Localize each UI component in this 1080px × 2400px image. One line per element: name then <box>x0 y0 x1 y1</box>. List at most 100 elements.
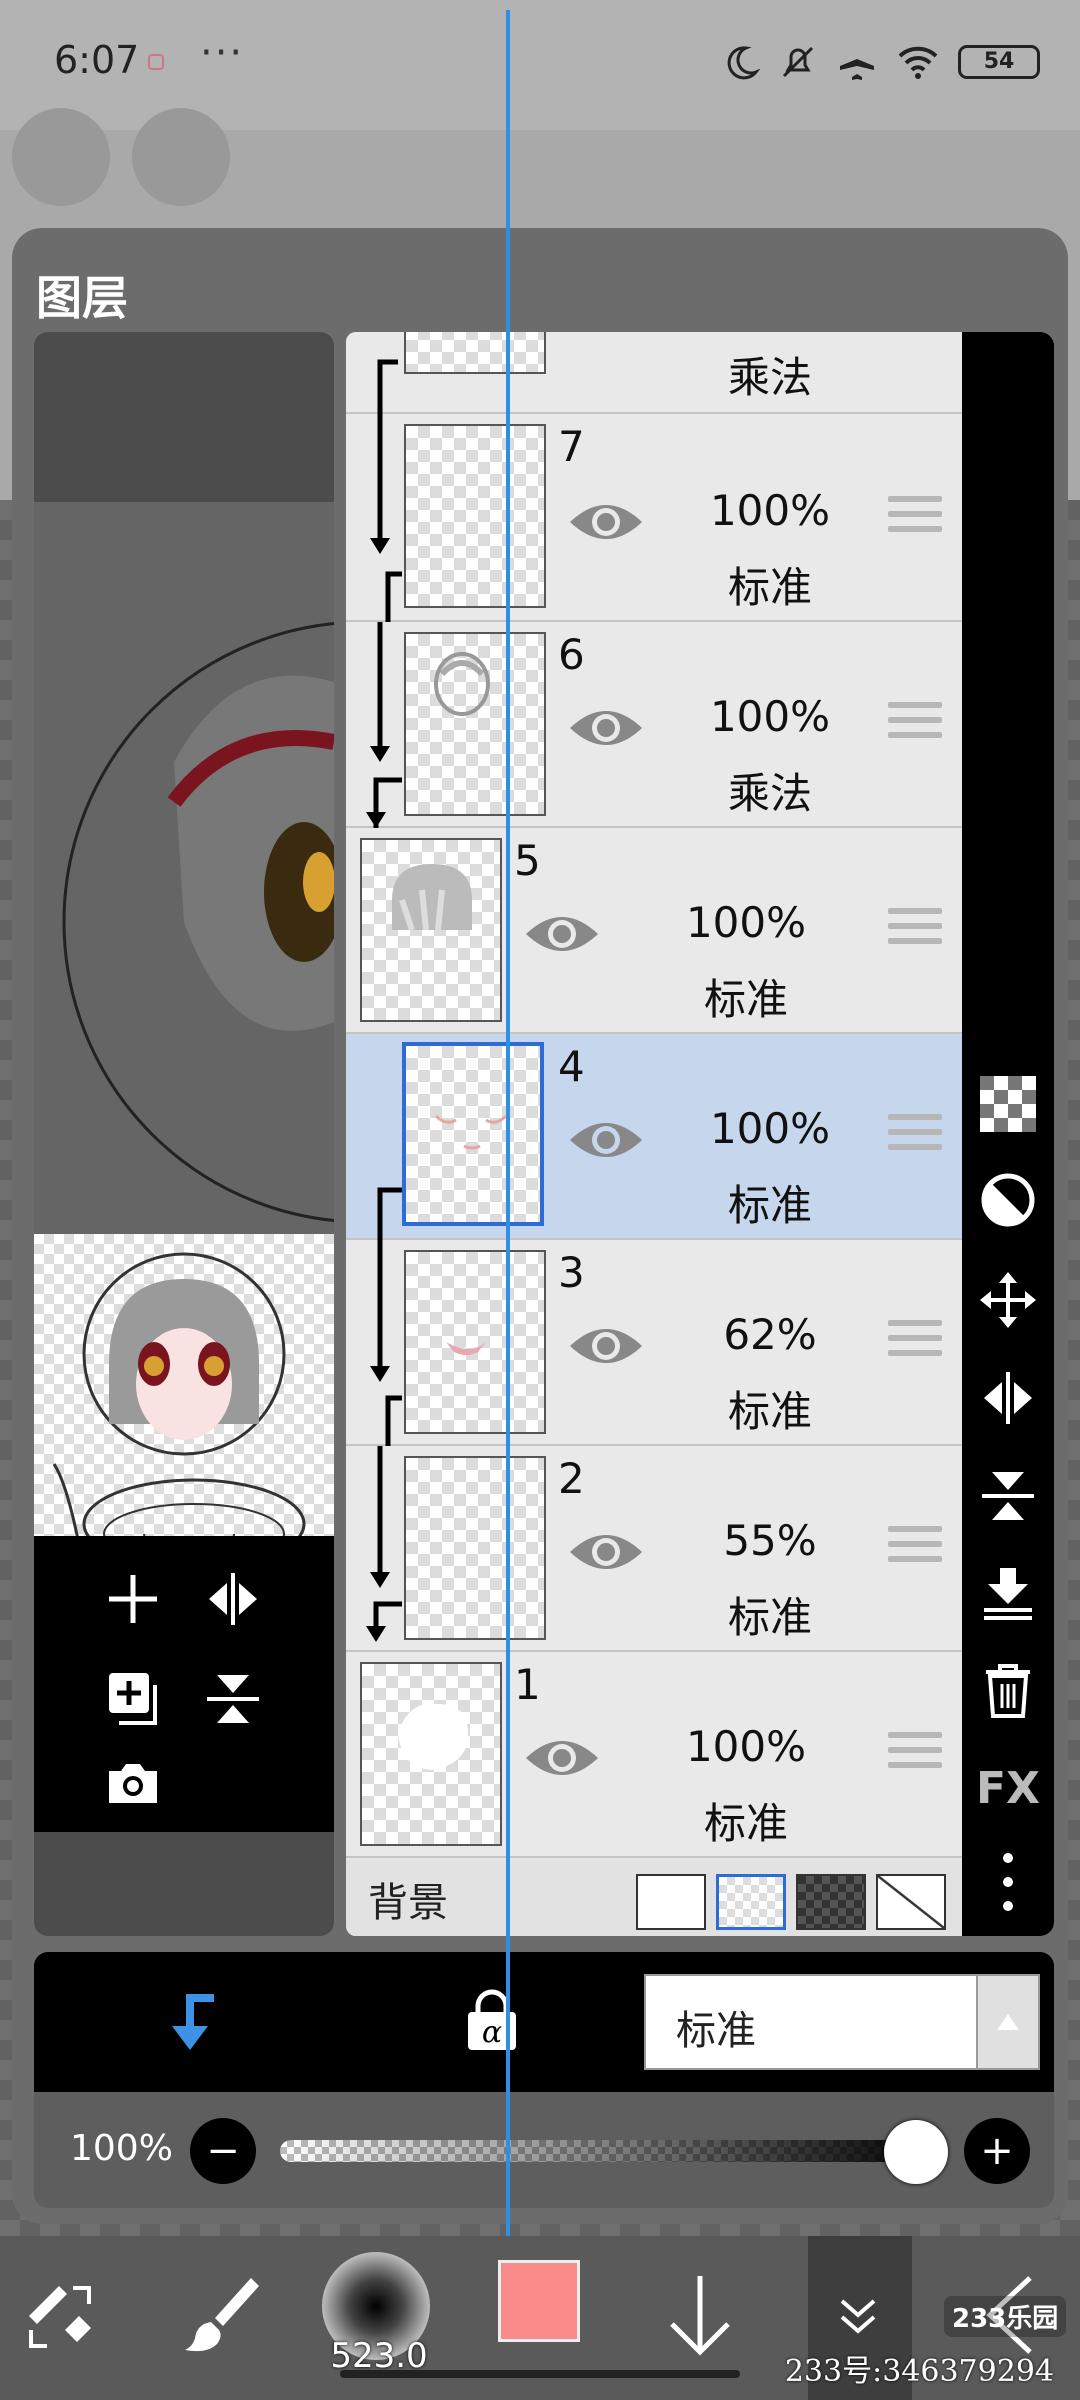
clip-arrow-icon <box>370 414 402 622</box>
layer-down-button[interactable] <box>650 2260 750 2370</box>
visibility-eye-icon[interactable] <box>568 498 644 546</box>
opacity-increase-button[interactable]: + <box>964 2118 1030 2184</box>
layer-number: 2 <box>558 1454 585 1503</box>
zoomed-artwork <box>62 622 334 1222</box>
layer-blend-mode: 乘法 <box>727 769 812 818</box>
drag-handle-icon[interactable] <box>888 496 942 540</box>
duplicate-icon <box>109 1673 157 1725</box>
layer-row-2[interactable]: 2 55% 标准 <box>346 1446 962 1652</box>
layer-thumbnail[interactable] <box>360 838 502 1022</box>
visibility-eye-icon[interactable] <box>568 1116 644 1164</box>
mute-icon <box>782 46 814 78</box>
drag-handle-icon[interactable] <box>888 1732 942 1776</box>
flip-vertical-button[interactable] <box>198 1664 268 1734</box>
redo-ghost-button[interactable] <box>132 108 230 206</box>
layer-row-3[interactable]: 3 62% 标准 <box>346 1240 962 1446</box>
layer-number: 5 <box>514 836 541 885</box>
layer-blend-mode: 标准 <box>727 563 812 612</box>
layer-row-1[interactable]: 1 100% 标准 <box>346 1652 962 1858</box>
layer-row[interactable]: 乘法 <box>346 332 962 414</box>
notification-icon <box>148 54 164 70</box>
dropdown-arrow-icon[interactable] <box>976 1976 1038 2068</box>
tool-switch-button[interactable] <box>10 2260 110 2370</box>
layer-blend-mode: 标准 <box>703 1799 788 1848</box>
layer-content-lines <box>434 1114 508 1150</box>
drag-handle-icon[interactable] <box>888 1526 942 1570</box>
layer-row-6[interactable]: 6 100% 乘法 <box>346 622 962 828</box>
layer-number: 1 <box>514 1660 541 1709</box>
clip-arrow-icon <box>377 359 398 414</box>
layer-blend-mode: 乘法 <box>727 353 812 402</box>
home-indicator[interactable] <box>340 2370 740 2378</box>
opacity-slider[interactable] <box>280 2140 940 2162</box>
arrow-down-icon <box>670 2276 730 2356</box>
opacity-decrease-button[interactable]: − <box>190 2118 256 2184</box>
clip-arrow-icon <box>172 1994 214 2050</box>
add-layer-button[interactable] <box>98 1564 168 1634</box>
flip-layer-horizontal-button[interactable] <box>976 1366 1040 1430</box>
drag-handle-icon[interactable] <box>888 702 942 746</box>
background-row[interactable]: 背景 <box>346 1860 962 1936</box>
checkerboard-icon <box>980 1076 1036 1132</box>
clip-arrow-icon <box>377 1187 402 1240</box>
background-transparent-swatch[interactable] <box>716 1874 786 1930</box>
background-label: 背景 <box>368 1880 448 1926</box>
canvas-preview-zoomed <box>34 502 334 1234</box>
drag-handle-icon[interactable] <box>888 1320 942 1364</box>
more-options-button[interactable] <box>976 1850 1040 1914</box>
layer-properties-bar: α 标准 <box>34 1952 1054 2092</box>
layer-thumbnail[interactable] <box>360 1662 502 1846</box>
layer-thumbnail[interactable] <box>404 1250 546 1434</box>
layer-thumbnail[interactable] <box>404 632 546 816</box>
alpha-lock-toggle-button[interactable] <box>976 1168 1040 1232</box>
camera-import-button[interactable] <box>98 1748 168 1818</box>
plus-icon <box>109 1575 157 1623</box>
flip-layer-vertical-button[interactable] <box>976 1464 1040 1528</box>
background-white-swatch[interactable] <box>636 1874 706 1930</box>
duplicate-layer-button[interactable] <box>98 1664 168 1734</box>
brush-icon <box>185 2278 259 2352</box>
visibility-eye-icon[interactable] <box>568 1528 644 1576</box>
guide-line <box>506 10 510 2370</box>
layer-row-5[interactable]: 5 100% 标准 <box>346 828 962 1034</box>
layer-thumbnail[interactable] <box>404 1456 546 1640</box>
flip-horizontal-icon <box>984 1372 1032 1424</box>
visibility-eye-icon[interactable] <box>524 910 600 958</box>
visibility-eye-icon[interactable] <box>568 1322 644 1370</box>
transparency-button[interactable] <box>976 1072 1040 1136</box>
layer-thumbnail[interactable] <box>402 1042 544 1226</box>
clip-arrow-icon <box>370 1240 402 1446</box>
background-dark-swatch[interactable] <box>796 1874 866 1930</box>
layer-number: 3 <box>558 1248 585 1297</box>
status-time: 6:07 <box>54 38 140 82</box>
layer-opacity: 100% <box>709 1104 831 1153</box>
undo-ghost-button[interactable] <box>12 108 110 206</box>
fx-button[interactable]: FX <box>976 1756 1040 1820</box>
blend-mode-value: 标准 <box>676 2008 756 2054</box>
layer-thumbnail[interactable] <box>404 424 546 608</box>
drag-handle-icon[interactable] <box>888 908 942 952</box>
layer-content-sketch <box>434 652 490 716</box>
layer-row-7[interactable]: 7 100% 标准 <box>346 414 962 622</box>
drag-handle-icon[interactable] <box>888 1114 942 1158</box>
clipping-button[interactable] <box>162 1990 218 2058</box>
flip-horizontal-button[interactable] <box>198 1564 268 1634</box>
delete-layer-button[interactable] <box>976 1658 1040 1722</box>
layer-row-4-selected[interactable]: 4 100% 标准 <box>346 1034 962 1240</box>
opacity-slider-thumb[interactable] <box>884 2120 948 2184</box>
merge-down-button[interactable] <box>976 1562 1040 1626</box>
visibility-eye-icon[interactable] <box>524 1734 600 1782</box>
blend-mode-select[interactable]: 标准 <box>644 1974 1040 2070</box>
layer-number: 7 <box>558 422 585 471</box>
flip-horizontal-icon <box>209 1573 257 1625</box>
alpha-lock-button[interactable]: α <box>464 1988 520 2056</box>
watermark-logo: 233乐园 <box>944 2296 1067 2337</box>
background-none-swatch[interactable] <box>876 1874 946 1930</box>
half-circle-icon <box>981 1173 1035 1227</box>
visibility-eye-icon[interactable] <box>568 704 644 752</box>
layer-list[interactable]: 乘法 7 100% 标准 6 100% 乘法 5 100% 标准 4 100% … <box>346 332 962 1936</box>
brush-tool-button[interactable] <box>172 2260 272 2370</box>
layer-number: 4 <box>558 1042 585 1091</box>
color-picker-button[interactable] <box>498 2260 580 2342</box>
move-layer-button[interactable] <box>976 1268 1040 1332</box>
